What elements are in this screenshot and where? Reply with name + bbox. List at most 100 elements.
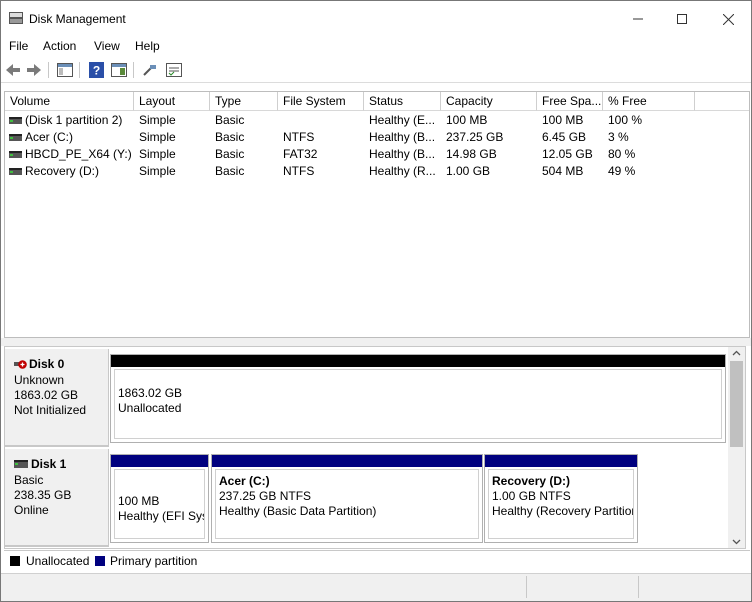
partition-efi[interactable]: 100 MB Healthy (EFI Syst	[110, 454, 209, 543]
partition-name: Recovery (D:)	[492, 474, 571, 488]
graphical-view-scrollbar[interactable]	[728, 347, 745, 548]
column-header-capacity[interactable]: Capacity	[441, 92, 537, 111]
window-title: Disk Management	[29, 12, 126, 26]
partition-size: 1863.02 GB	[118, 386, 183, 400]
legend-label-unallocated: Unallocated	[26, 554, 90, 568]
column-header-status[interactable]: Status	[364, 92, 441, 111]
legend: Unallocated Primary partition	[4, 550, 750, 570]
partition-status: Healthy (EFI Syst	[118, 509, 204, 523]
cell-layout: Simple	[139, 130, 176, 144]
close-button[interactable]	[705, 5, 751, 33]
cell-status: Healthy (E...	[369, 113, 436, 127]
disk-management-app-icon	[9, 12, 23, 24]
toolbar: ?	[1, 57, 751, 83]
back-button[interactable]	[4, 61, 22, 79]
primary-partition-bar	[485, 455, 637, 467]
help-button[interactable]: ?	[87, 61, 105, 79]
column-header-volume[interactable]: Volume	[5, 92, 134, 111]
column-header-layout[interactable]: Layout	[134, 92, 210, 111]
partition-acer-c[interactable]: Acer (C:) 237.25 GB NTFS Healthy (Basic …	[211, 454, 483, 543]
legend-swatch-primary	[95, 556, 105, 566]
cell-type: Basic	[215, 164, 245, 178]
scroll-up-icon[interactable]	[732, 350, 741, 356]
menu-action[interactable]: Action	[43, 39, 76, 53]
maximize-icon	[677, 14, 687, 24]
disk-1-type: Basic	[14, 473, 44, 487]
partition-body: Recovery (D:) 1.00 GB NTFS Healthy (Reco…	[488, 469, 634, 539]
disk-0-name: Disk 0	[29, 357, 65, 371]
cell-file-system	[283, 112, 364, 129]
maximize-button[interactable]	[659, 5, 705, 33]
table-row[interactable]: (Disk 1 partition 2) Simple Basic Healthy (…	[5, 112, 749, 129]
disk-0-state: Not Initialized	[14, 403, 87, 417]
volume-drive-icon	[9, 151, 22, 158]
table-row[interactable]: Acer (C:) Simple Basic NTFS Healthy (B... 237…	[5, 129, 749, 146]
toolbar-separator	[79, 62, 80, 78]
minimize-button[interactable]	[615, 5, 661, 33]
menu-file[interactable]: File	[9, 39, 28, 53]
cell-layout: Simple	[139, 164, 176, 178]
partition-name: Acer (C:)	[219, 474, 270, 488]
partition-body: 1863.02 GB Unallocated	[114, 369, 722, 439]
legend-swatch-unallocated	[10, 556, 20, 566]
minimize-icon	[633, 18, 643, 20]
primary-partition-bar	[111, 455, 208, 467]
help-icon: ?	[88, 62, 104, 78]
disk-management-window: Disk Management File Action View Help ?	[0, 0, 752, 602]
cell-percent-free: 100 %	[608, 113, 643, 127]
disk-1-label[interactable]: Disk 1 Basic 238.35 GB Online	[5, 449, 109, 547]
forward-button[interactable]	[25, 61, 43, 79]
partition-status: Healthy (Basic Data Partition)	[219, 504, 377, 518]
cell-file-system: NTFS	[283, 164, 315, 178]
partition-status: Unallocated	[118, 401, 182, 415]
disk-1-name: Disk 1	[31, 457, 67, 471]
show-hide-console-tree-button[interactable]	[56, 61, 74, 79]
cell-percent-free: 80 %	[608, 147, 636, 161]
partition-recovery-d[interactable]: Recovery (D:) 1.00 GB NTFS Healthy (Reco…	[484, 454, 638, 543]
disk-icon	[14, 460, 28, 468]
cell-status: Healthy (R...	[369, 164, 436, 178]
back-icon	[6, 64, 20, 76]
column-header-file-system[interactable]: File System	[278, 92, 364, 111]
toolbar-separator	[133, 62, 134, 78]
cell-percent-free: 3 %	[608, 130, 629, 144]
cell-layout: Simple	[139, 113, 176, 127]
console-list-button[interactable]	[165, 61, 183, 79]
column-header-type[interactable]: Type	[210, 92, 278, 111]
disk-0-label[interactable]: Disk 0 Unknown 1863.02 GB Not Initialize…	[5, 349, 109, 447]
forward-icon	[27, 64, 41, 76]
properties-button[interactable]	[110, 61, 128, 79]
table-row[interactable]: Recovery (D:) Simple Basic NTFS Healthy (R..…	[5, 163, 749, 180]
column-header-filler	[695, 92, 749, 111]
scrollbar-thumb[interactable]	[730, 361, 743, 447]
status-separator	[638, 576, 639, 598]
menu-view[interactable]: View	[94, 39, 120, 53]
cell-volume: (Disk 1 partition 2)	[25, 113, 123, 127]
cell-capacity: 100 MB	[446, 113, 488, 127]
partition-size: 1.00 GB NTFS	[492, 489, 571, 503]
primary-partition-bar	[212, 455, 482, 467]
cell-free-space: 504 MB	[542, 164, 584, 178]
console-list-icon	[166, 63, 182, 77]
status-separator	[526, 576, 527, 598]
cell-status: Healthy (B...	[369, 147, 436, 161]
volume-list[interactable]: Volume Layout Type File System Status Ca…	[4, 91, 750, 338]
column-header-free-space[interactable]: Free Spa...	[537, 92, 603, 111]
pane-splitter[interactable]	[1, 338, 751, 346]
disk-0-type: Unknown	[14, 373, 65, 387]
unallocated-bar	[111, 355, 725, 367]
svg-text:?: ?	[92, 64, 99, 78]
disk-unknown-icon	[14, 360, 27, 369]
cell-layout: Simple	[139, 147, 176, 161]
column-header-percent-free[interactable]: % Free	[603, 92, 695, 111]
connect-button[interactable]	[141, 61, 159, 79]
menu-help[interactable]: Help	[135, 39, 160, 53]
partition-unallocated[interactable]: 1863.02 GB Unallocated	[110, 354, 726, 443]
title-bar[interactable]: Disk Management	[1, 1, 751, 37]
volume-drive-icon	[9, 117, 22, 124]
menu-bar: File Action View Help	[1, 37, 751, 57]
table-row[interactable]: HBCD_PE_X64 (Y:) Simple Basic FAT32 Healthy …	[5, 146, 749, 163]
scroll-down-icon[interactable]	[732, 539, 741, 545]
status-bar	[1, 573, 751, 601]
volume-drive-icon	[9, 168, 22, 175]
